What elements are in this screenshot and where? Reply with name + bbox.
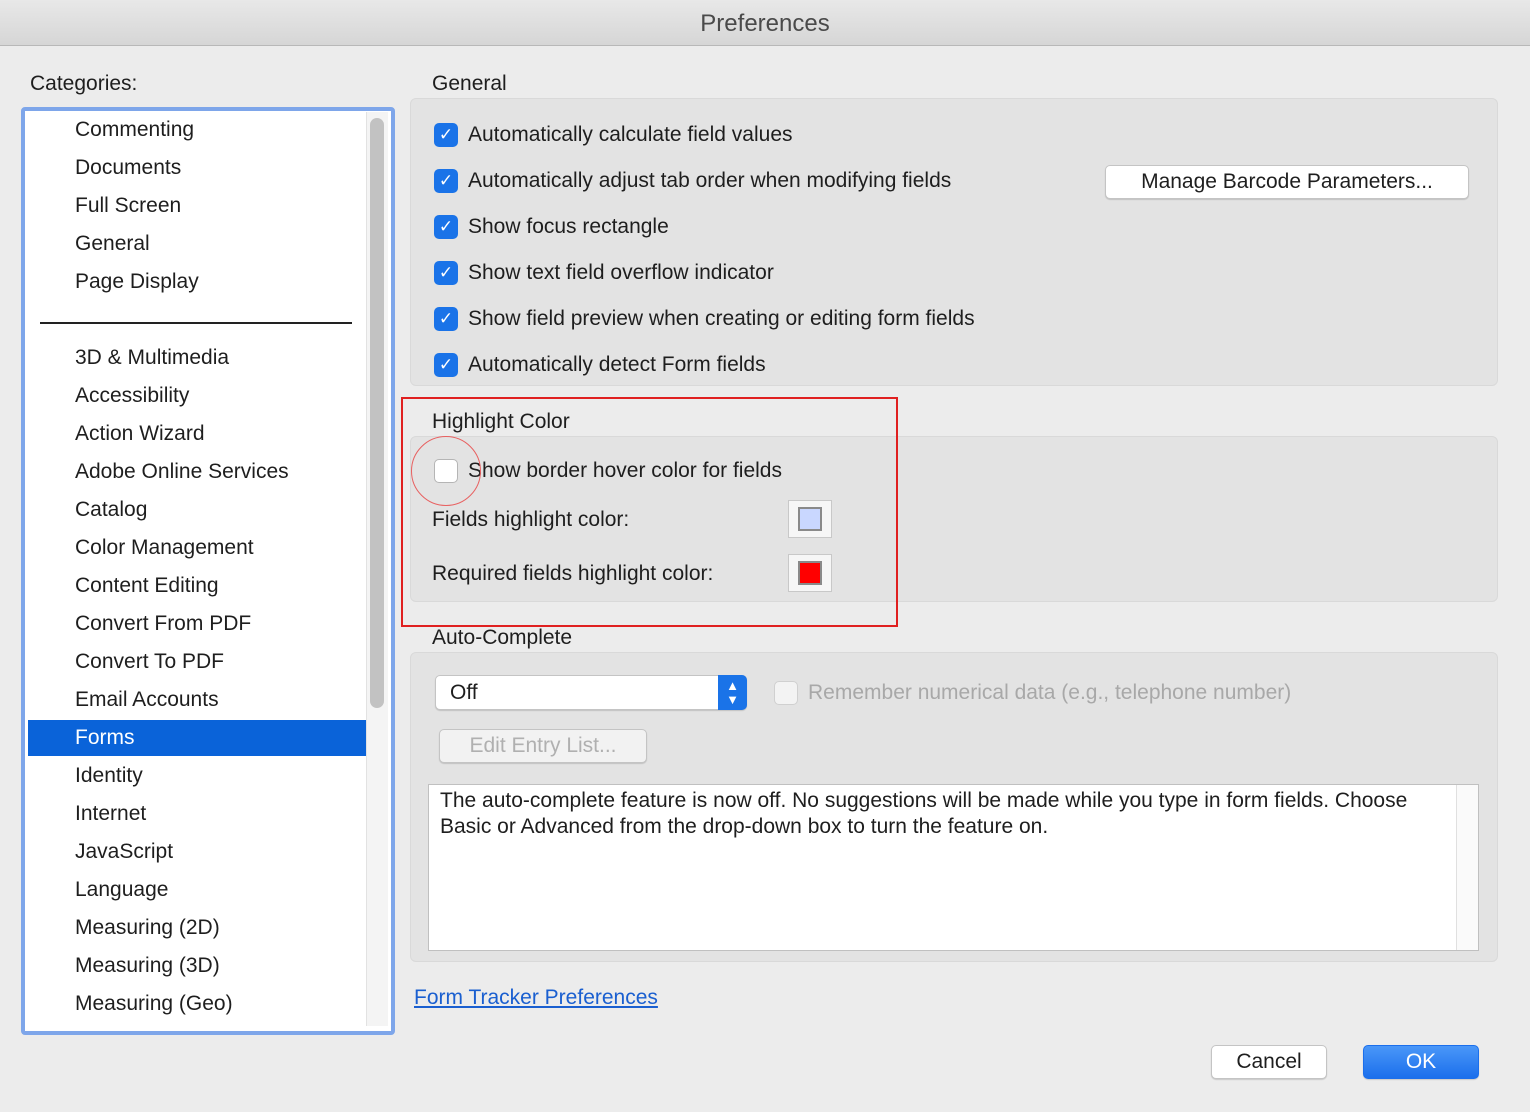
checkbox-label: Show text field overflow indicator xyxy=(468,261,774,284)
category-item[interactable]: Identity xyxy=(28,758,366,794)
checkbox[interactable]: ✓ xyxy=(434,307,458,331)
category-item[interactable]: Catalog xyxy=(28,492,366,528)
category-item[interactable]: 3D & Multimedia xyxy=(28,340,366,376)
categories-list[interactable]: Commenting Documents Full Screen General Pag… xyxy=(21,107,395,1035)
manage-barcode-button[interactable]: Manage Barcode Parameters... xyxy=(1105,165,1469,199)
checkbox[interactable]: ✓ xyxy=(434,169,458,193)
category-item[interactable]: Adobe Online Services xyxy=(28,454,366,490)
categories-label: Categories: xyxy=(30,72,138,95)
category-item[interactable]: Email Accounts xyxy=(28,682,366,718)
scrollbar-thumb[interactable] xyxy=(370,118,384,708)
category-divider xyxy=(40,322,352,324)
category-item[interactable]: Page Display xyxy=(28,264,366,300)
checkbox[interactable]: ✓ xyxy=(434,215,458,239)
category-item[interactable]: Measuring (Geo) xyxy=(28,986,366,1022)
category-item[interactable]: Language xyxy=(28,872,366,908)
category-item[interactable]: Measuring (3D) xyxy=(28,948,366,984)
remember-numerical-label: Remember numerical data (e.g., telephone… xyxy=(808,681,1292,704)
checkbox-label: Automatically adjust tab order when modi… xyxy=(468,169,952,192)
category-item[interactable]: Content Editing xyxy=(28,568,366,604)
checkbox-label: Show focus rectangle xyxy=(468,215,669,238)
title-bar: Preferences xyxy=(0,0,1530,46)
category-item[interactable]: Full Screen xyxy=(28,188,366,224)
checkbox[interactable]: ✓ xyxy=(434,123,458,147)
checkbox-label: Automatically calculate field values xyxy=(468,123,793,146)
category-item[interactable]: General xyxy=(28,226,366,262)
autocomplete-title: Auto-Complete xyxy=(432,626,573,649)
description-text: The auto-complete feature is now off. No… xyxy=(440,789,1408,838)
category-item[interactable]: Color Management xyxy=(28,530,366,566)
autocomplete-description: The auto-complete feature is now off. No… xyxy=(428,784,1479,951)
ok-button[interactable]: OK xyxy=(1363,1045,1479,1079)
category-item[interactable]: Internet xyxy=(28,796,366,832)
edit-entry-list-button[interactable]: Edit Entry List... xyxy=(439,729,647,763)
autocomplete-select[interactable]: Off ▲ ▼ xyxy=(435,675,747,710)
category-item[interactable]: Documents xyxy=(28,150,366,186)
description-scrollbar[interactable] xyxy=(1456,785,1478,950)
checkbox[interactable]: ✓ xyxy=(434,261,458,285)
checkbox-label: Show field preview when creating or edit… xyxy=(468,307,975,330)
select-stepper-icon: ▲ ▼ xyxy=(718,675,747,710)
category-item[interactable]: Commenting xyxy=(28,112,366,148)
general-title: General xyxy=(432,72,507,95)
checkbox-label: Automatically detect Form fields xyxy=(468,353,766,376)
select-value: Off xyxy=(450,681,478,704)
annotation-circle xyxy=(411,436,481,506)
checkbox[interactable]: ✓ xyxy=(434,353,458,377)
category-item[interactable]: JavaScript xyxy=(28,834,366,870)
category-item[interactable]: Forms xyxy=(28,720,366,756)
category-item[interactable]: Accessibility xyxy=(28,378,366,414)
remember-numerical-checkbox[interactable] xyxy=(774,681,798,705)
category-item[interactable]: Convert From PDF xyxy=(28,606,366,642)
form-tracker-link[interactable]: Form Tracker Preferences xyxy=(414,986,658,1010)
category-item[interactable]: Measuring (2D) xyxy=(28,910,366,946)
category-item[interactable]: Action Wizard xyxy=(28,416,366,452)
category-item[interactable]: Convert To PDF xyxy=(28,644,366,680)
annotation-rectangle xyxy=(401,397,898,627)
cancel-button[interactable]: Cancel xyxy=(1211,1045,1327,1079)
